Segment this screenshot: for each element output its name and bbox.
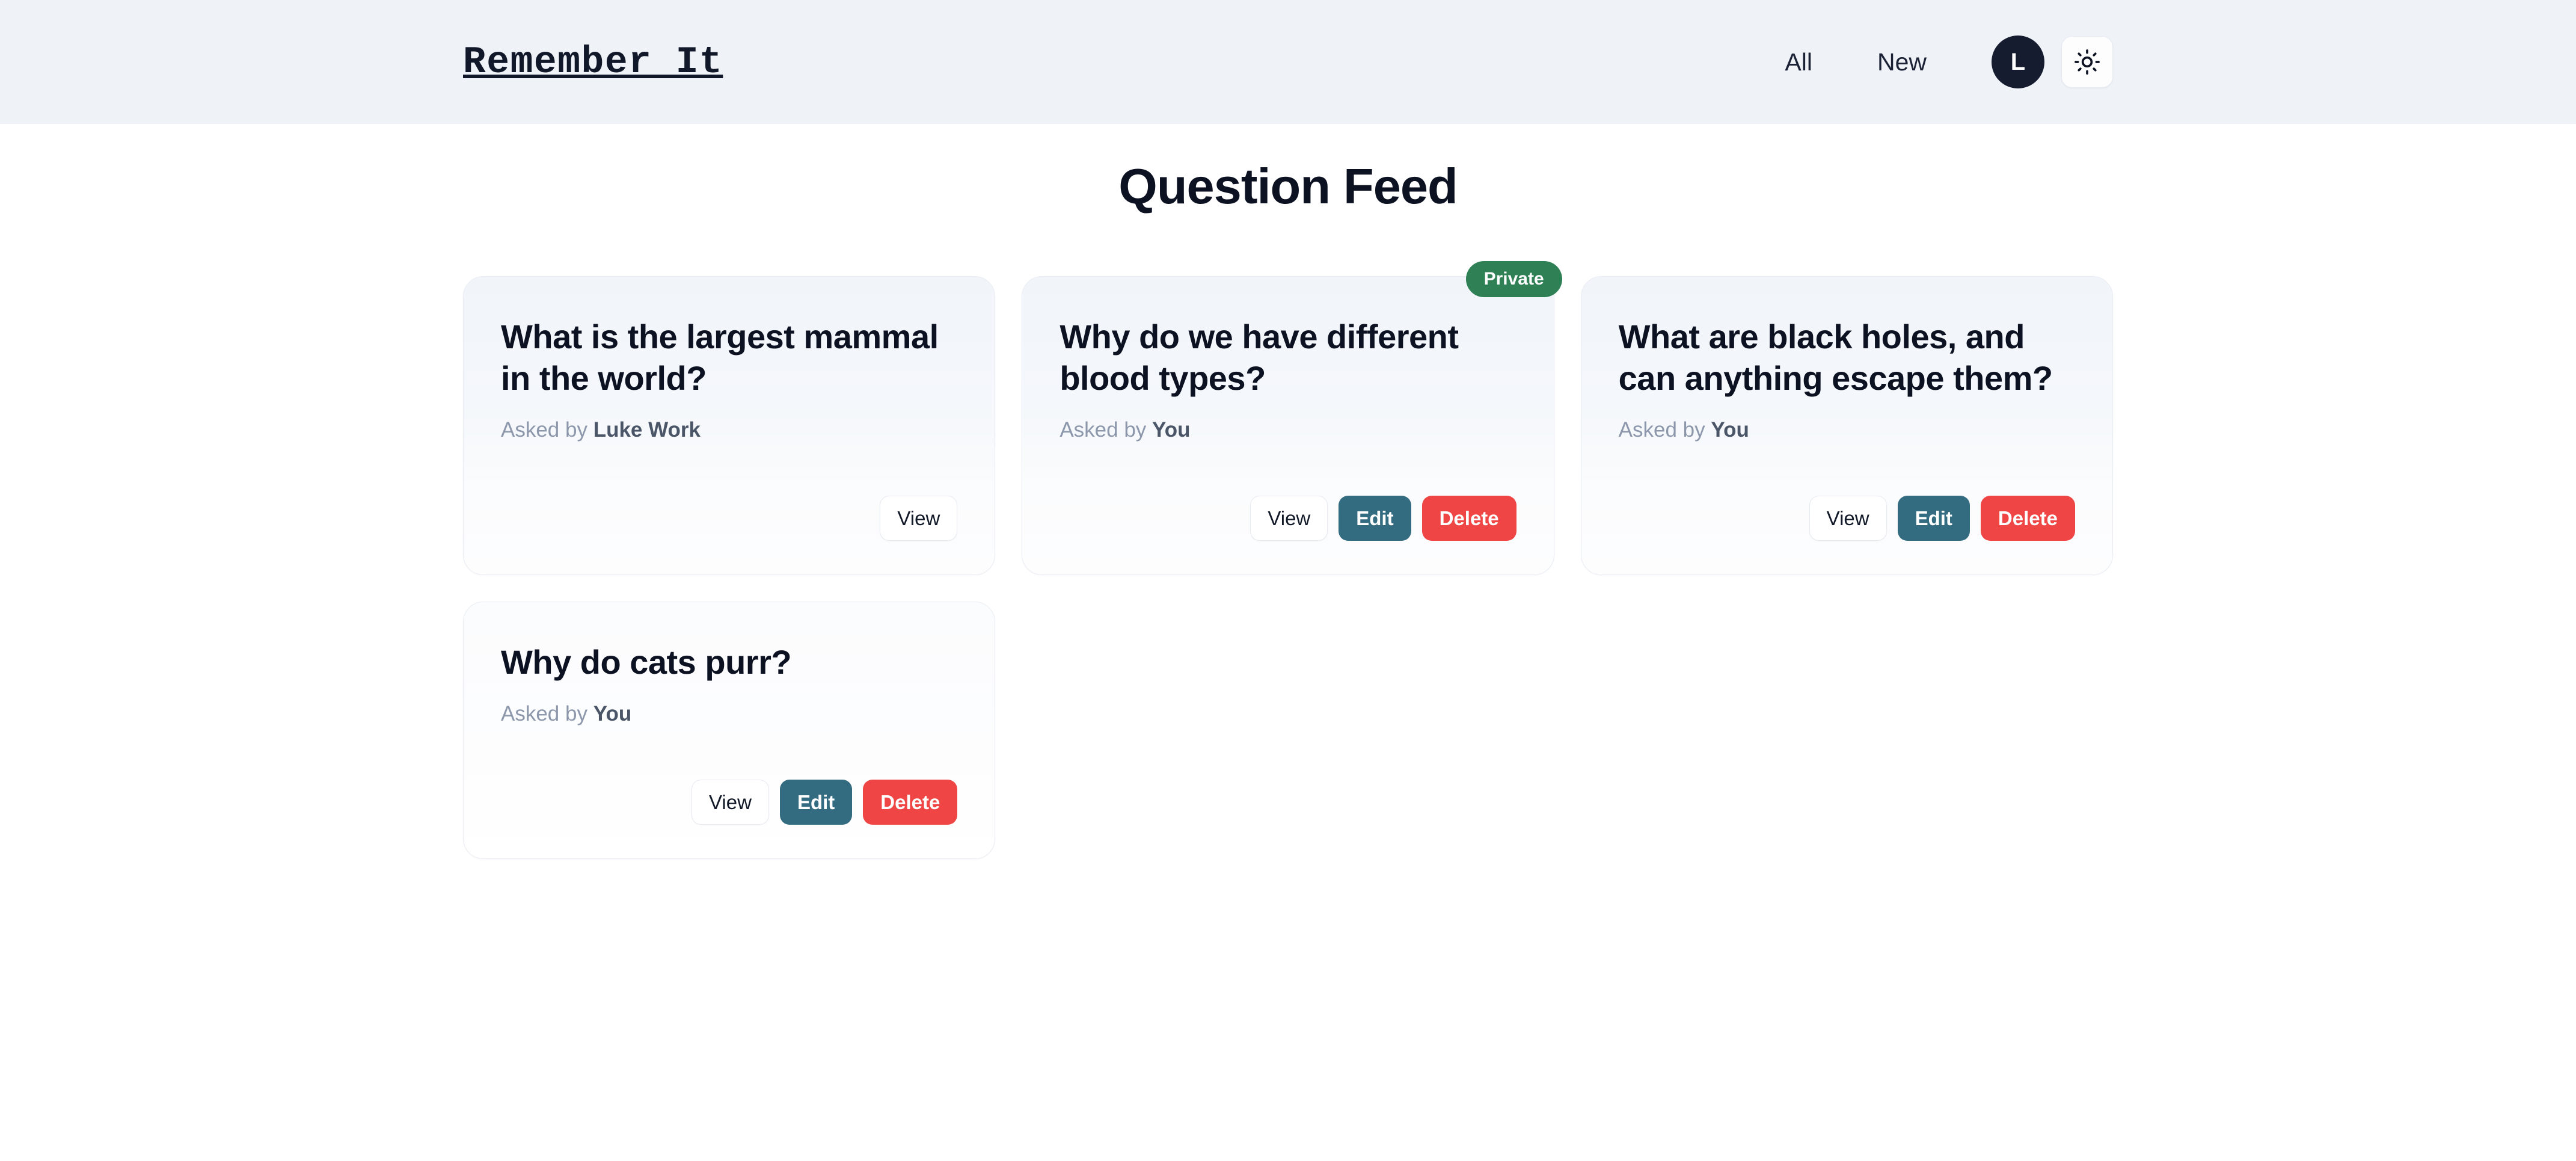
question-card[interactable]: Private Why do we have different blood t… xyxy=(1022,261,1562,575)
question-feed-grid: What is the largest mammal in the world?… xyxy=(463,261,2113,860)
asked-by-label: Asked by xyxy=(1060,417,1147,442)
question-card[interactable]: What is the largest mammal in the world?… xyxy=(463,276,996,575)
view-button[interactable]: View xyxy=(1809,495,1887,541)
card-actions: View Edit Delete xyxy=(1060,440,1516,541)
delete-button[interactable]: Delete xyxy=(1980,495,2075,541)
page-title: Question Feed xyxy=(1118,158,1458,214)
question-card[interactable]: Why do cats purr? Asked by You View Edit… xyxy=(463,601,996,860)
site-header: Remember It All New L xyxy=(0,0,2576,124)
question-author-line: Asked by You xyxy=(1060,419,1516,440)
question-author-line: Asked by You xyxy=(501,703,957,724)
main-content: Question Feed What is the largest mammal… xyxy=(0,124,2576,860)
brand-logo[interactable]: Remember It xyxy=(463,43,723,81)
question-title: What is the largest mammal in the world? xyxy=(501,318,939,397)
question-title: What are black holes, and can anything e… xyxy=(1618,318,2053,397)
question-author-line: Asked by Luke Work xyxy=(501,419,957,440)
view-button[interactable]: View xyxy=(1250,495,1328,541)
nav-link-all[interactable]: All xyxy=(1769,42,1828,83)
question-author: You xyxy=(1711,417,1749,442)
question-author: You xyxy=(593,702,632,726)
asked-by-label: Asked by xyxy=(501,702,587,726)
question-author-line: Asked by You xyxy=(1619,419,2075,440)
nav-link-new[interactable]: New xyxy=(1862,42,1942,83)
card-actions: View Edit Delete xyxy=(1619,440,2075,541)
asked-by-label: Asked by xyxy=(501,417,587,442)
card-actions: View xyxy=(501,440,958,541)
theme-toggle-button[interactable] xyxy=(2061,36,2113,88)
edit-button[interactable]: Edit xyxy=(1897,495,1970,541)
edit-button[interactable]: Edit xyxy=(779,780,853,825)
avatar[interactable]: L xyxy=(1992,35,2044,88)
question-author: Luke Work xyxy=(593,417,701,442)
question-author: You xyxy=(1152,417,1191,442)
sun-icon xyxy=(2074,49,2100,75)
status-badge-private: Private xyxy=(1465,261,1562,298)
view-button[interactable]: View xyxy=(880,495,958,541)
asked-by-label: Asked by xyxy=(1618,417,1705,442)
question-card[interactable]: What are black holes, and can anything e… xyxy=(1580,276,2113,575)
view-button[interactable]: View xyxy=(692,780,769,825)
edit-button[interactable]: Edit xyxy=(1339,495,1411,541)
delete-button[interactable]: Delete xyxy=(1421,495,1516,541)
question-title: Why do we have different blood types? xyxy=(1060,318,1459,397)
question-title: Why do cats purr? xyxy=(501,642,792,681)
delete-button[interactable]: Delete xyxy=(863,780,958,825)
card-actions: View Edit Delete xyxy=(501,724,958,825)
header-actions: All New L xyxy=(1769,35,2113,88)
